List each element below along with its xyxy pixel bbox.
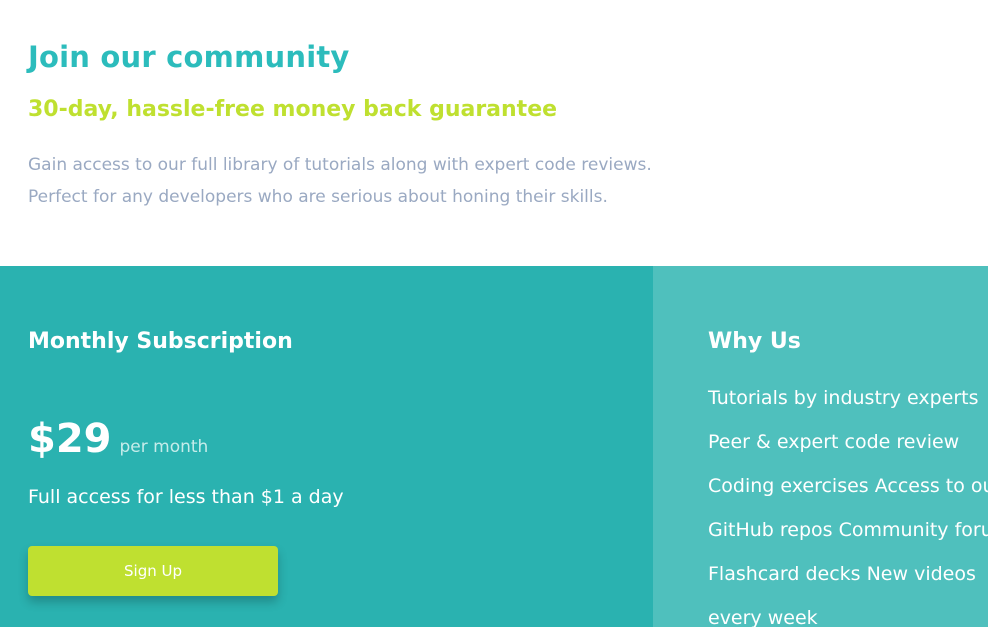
guarantee-subtitle: 30-day, hassle-free money back guarantee bbox=[28, 97, 558, 122]
why-us-features: Tutorials by industry experts Peer & exp… bbox=[708, 387, 988, 627]
page-title: Join our community bbox=[28, 40, 350, 74]
why-us-panel: Why Us Tutorials by industry experts Pee… bbox=[653, 266, 988, 627]
community-section: Join our community 30-day, hassle-free m… bbox=[0, 0, 988, 266]
price-amount: $29 bbox=[28, 416, 112, 462]
subscription-tagline: Full access for less than $1 a day bbox=[28, 486, 344, 508]
community-description: Gain access to our full library of tutor… bbox=[28, 155, 652, 207]
why-us-heading: Why Us bbox=[708, 329, 801, 354]
sign-up-button[interactable]: Sign Up bbox=[28, 546, 278, 596]
price-period: per month bbox=[119, 437, 209, 457]
price-row: $29 per month bbox=[28, 416, 208, 462]
subscription-heading: Monthly Subscription bbox=[28, 329, 293, 354]
subscription-panel: Monthly Subscription $29 per month Full … bbox=[0, 266, 653, 627]
